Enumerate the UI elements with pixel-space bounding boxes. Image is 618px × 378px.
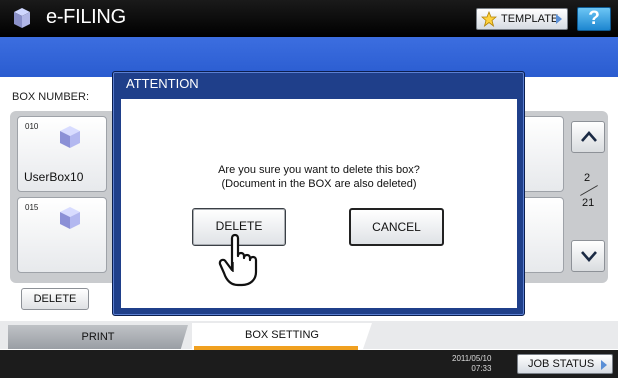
dialog-body [121,99,517,308]
job-status-label: JOB STATUS [528,358,595,370]
chevron-down-icon [581,251,597,262]
box-number: 015 [25,203,39,212]
chevron-right-icon [556,14,562,24]
scroll-up-button[interactable] [571,121,605,153]
page-current: 2 [584,172,591,184]
dialog-message-line2: (Document in the BOX are also deleted) [221,178,417,190]
cancel-button[interactable]: CANCEL [349,208,444,246]
box-cube-icon [60,126,80,148]
page-total: 21 [582,197,595,209]
scroll-down-button[interactable] [571,240,605,272]
chevron-up-icon [581,131,597,142]
app-title: e-FILING [46,6,126,28]
tab-print[interactable]: PRINT [8,325,188,349]
box-tile-015[interactable]: 015 [17,197,107,273]
box-tile-010[interactable]: 010 UserBox10 [17,116,107,192]
chevron-right-icon [601,360,607,370]
time: 07:33 [471,364,492,373]
template-label: TEMPLATE [501,13,559,25]
date: 2011/05/10 [452,354,492,363]
template-button[interactable]: TEMPLATE [476,8,568,30]
help-button[interactable]: ? [577,7,611,31]
dialog-message-line1: Are you sure you want to delete this box… [218,164,420,176]
date-time: 2011/05/10 07:33 [452,354,491,374]
box-cube-icon [60,207,80,229]
job-status-button[interactable]: JOB STATUS [517,354,613,374]
box-name: UserBox10 [24,170,84,184]
star-icon [481,11,497,27]
delete-button[interactable]: DELETE [21,288,89,310]
pointing-hand-icon [218,233,258,287]
box-number: 010 [25,122,39,131]
dialog-title: ATTENTION [126,76,199,91]
box-number-label: BOX NUMBER: [12,91,90,103]
dialog-message: Are you sure you want to delete this box… [121,163,517,191]
efiling-icon [10,6,34,30]
